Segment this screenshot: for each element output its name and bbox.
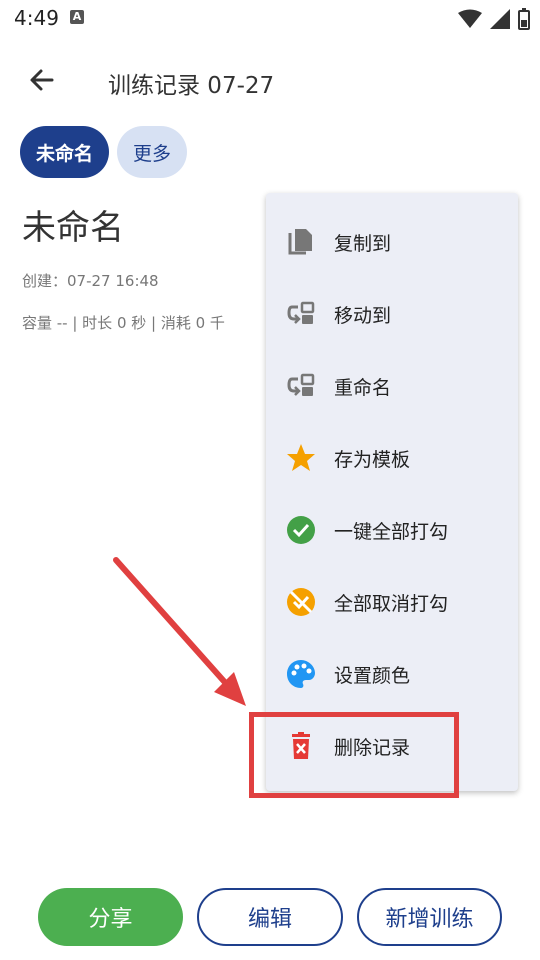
menu-item-label: 一键全部打勾: [334, 521, 449, 543]
bottom-actions: 分享 编辑 新增训练: [0, 888, 540, 948]
menu-item-check-all[interactable]: 一键全部打勾: [266, 493, 518, 565]
menu-item-set-color[interactable]: 设置颜色: [266, 637, 518, 709]
status-bar: 4:49 A: [0, 0, 540, 40]
rename-icon: [287, 373, 315, 396]
menu-item-move-to[interactable]: 移动到: [266, 277, 518, 349]
chip-more[interactable]: 更多: [117, 126, 188, 178]
menu-item-label: 移动到: [334, 305, 392, 327]
system-icons: [458, 8, 530, 30]
context-menu: 复制到 移动到 重命名 存为模板 一键全部打勾 全部取消打勾 设置颜色 删除记录: [266, 193, 518, 791]
battery-icon: [518, 8, 530, 30]
record-name: 未命名: [22, 208, 124, 248]
check-circle-icon: [287, 516, 315, 544]
menu-item-label: 重命名: [334, 377, 392, 399]
menu-item-rename[interactable]: 重命名: [266, 349, 518, 421]
menu-item-save-template[interactable]: 存为模板: [266, 421, 518, 493]
wifi-icon: [458, 9, 482, 28]
record-stats: 容量 -- | 时长 0 秒 | 消耗 0 千: [22, 314, 225, 332]
menu-item-label: 复制到: [334, 233, 392, 255]
menu-item-label: 设置颜色: [334, 665, 411, 687]
record-created: 创建：07-27 16:48: [22, 272, 159, 290]
status-time: 4:49: [14, 6, 59, 30]
accessibility-badge-icon: A: [70, 10, 84, 24]
app-bar: 训练记录 07-27: [0, 52, 540, 108]
menu-item-uncheck-all[interactable]: 全部取消打勾: [266, 565, 518, 637]
star-icon: [287, 444, 315, 471]
copy-icon: [288, 229, 312, 255]
signal-icon: [490, 9, 510, 29]
chip-row: 未命名 更多: [20, 126, 188, 178]
add-training-button[interactable]: 新增训练: [357, 888, 502, 946]
palette-icon: [287, 660, 315, 688]
back-arrow-icon[interactable]: [26, 64, 58, 96]
move-icon: [287, 301, 315, 324]
highlight-box: [249, 712, 459, 798]
share-button[interactable]: 分享: [38, 888, 183, 946]
menu-item-label: 全部取消打勾: [334, 593, 449, 615]
edit-button[interactable]: 编辑: [197, 888, 343, 946]
uncheck-icon: [287, 588, 315, 616]
menu-item-label: 存为模板: [334, 449, 411, 471]
page-title: 训练记录 07-27: [108, 73, 275, 99]
chip-unnamed[interactable]: 未命名: [20, 126, 110, 178]
menu-item-copy-to[interactable]: 复制到: [266, 205, 518, 277]
